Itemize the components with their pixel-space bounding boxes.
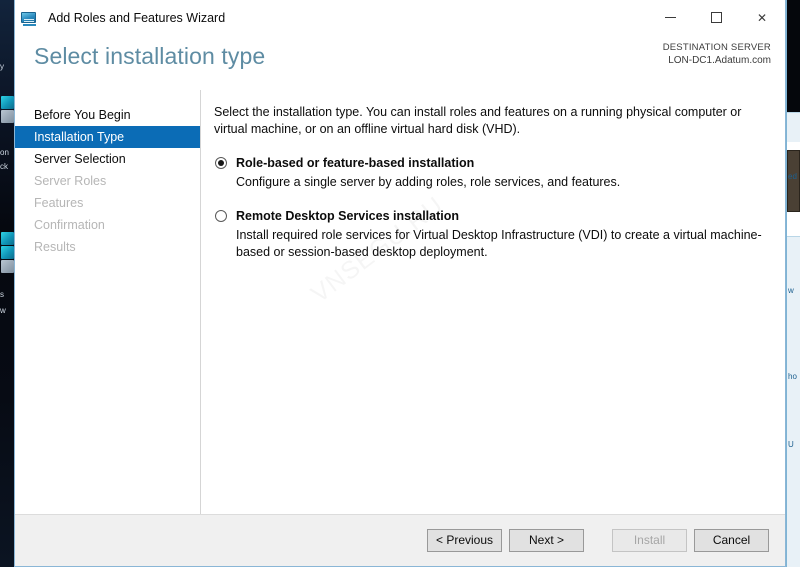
minimize-icon <box>664 17 676 18</box>
window-controls: ✕ <box>647 0 785 35</box>
sidebar-item-results: Results <box>34 240 76 254</box>
destination-server-label: DESTINATION SERVER <box>662 42 771 53</box>
option-remote-desktop-services-description: Install required role services for Virtu… <box>236 228 762 259</box>
close-button[interactable]: ✕ <box>739 0 785 35</box>
background-window-text-fragment: w <box>788 286 794 295</box>
install-button: Install <box>612 529 687 552</box>
window-title: Add Roles and Features Wizard <box>48 10 226 25</box>
sidebar-item-installation-type[interactable]: Installation Type <box>15 126 200 148</box>
sidebar-item-confirmation: Confirmation <box>34 218 105 232</box>
maximize-button[interactable] <box>693 0 739 35</box>
radio-role-based-installation[interactable] <box>215 157 227 169</box>
option-remote-desktop-services-label: Remote Desktop Services installation <box>236 209 459 223</box>
previous-button[interactable]: < Previous <box>427 529 502 552</box>
add-roles-and-features-wizard-window: Add Roles and Features Wizard ✕ Select i… <box>14 0 786 567</box>
sidebar-item-before-you-begin[interactable]: Before You Begin <box>15 104 200 126</box>
background-window-panel <box>787 150 800 212</box>
option-role-based-installation[interactable]: Role-based or feature-based installation… <box>214 155 769 191</box>
background-window-right[interactable]: ed w ho U <box>786 0 800 567</box>
close-icon: ✕ <box>756 10 768 25</box>
title-bar[interactable]: Add Roles and Features Wizard ✕ <box>15 0 785 35</box>
cancel-button[interactable]: Cancel <box>694 529 769 552</box>
wizard-body: Before You Begin Installation Type Serve… <box>15 90 785 514</box>
background-window-text-fragment: ho <box>788 372 797 381</box>
page-title: Select installation type <box>34 43 266 69</box>
background-window-band <box>787 112 800 142</box>
radio-remote-desktop-services-installation[interactable] <box>215 210 227 222</box>
option-remote-desktop-services-installation[interactable]: Remote Desktop Services installation Ins… <box>214 208 769 261</box>
desktop-icon[interactable] <box>1 260 14 273</box>
background-window-text-fragment: ed <box>788 172 797 181</box>
destination-server-block: DESTINATION SERVER LON-DC1.Adatum.com <box>663 41 771 67</box>
option-role-based-installation-description: Configure a single server by adding role… <box>236 175 621 189</box>
wizard-header: Select installation type DESTINATION SER… <box>15 35 785 90</box>
option-role-based-installation-label: Role-based or feature-based installation <box>236 156 475 170</box>
background-window-dark-region <box>787 0 800 112</box>
server-wizard-icon <box>21 9 39 27</box>
wizard-content-pane: Select the installation type. You can in… <box>201 90 785 514</box>
installation-type-radio-group: Role-based or feature-based installation… <box>214 155 769 261</box>
sidebar-item-features: Features <box>34 196 84 210</box>
sidebar-item-server-selection[interactable]: Server Selection <box>15 148 200 170</box>
minimize-button[interactable] <box>647 0 693 35</box>
desktop-icon[interactable] <box>1 110 14 123</box>
destination-server-value: LON-DC1.Adatum.com <box>668 55 771 66</box>
desktop-icon[interactable] <box>1 232 14 245</box>
sidebar-item-server-roles: Server Roles <box>34 174 107 188</box>
maximize-icon <box>710 12 722 23</box>
intro-text: Select the installation type. You can in… <box>214 105 742 136</box>
desktop-icon[interactable] <box>1 246 14 259</box>
desktop-icon[interactable] <box>1 96 14 109</box>
wizard-footer: < Previous Next > Install Cancel <box>15 514 785 566</box>
next-button[interactable]: Next > <box>509 529 584 552</box>
wizard-navigation-sidebar: Before You Begin Installation Type Serve… <box>15 90 201 514</box>
background-window-text-fragment: U <box>788 440 794 449</box>
